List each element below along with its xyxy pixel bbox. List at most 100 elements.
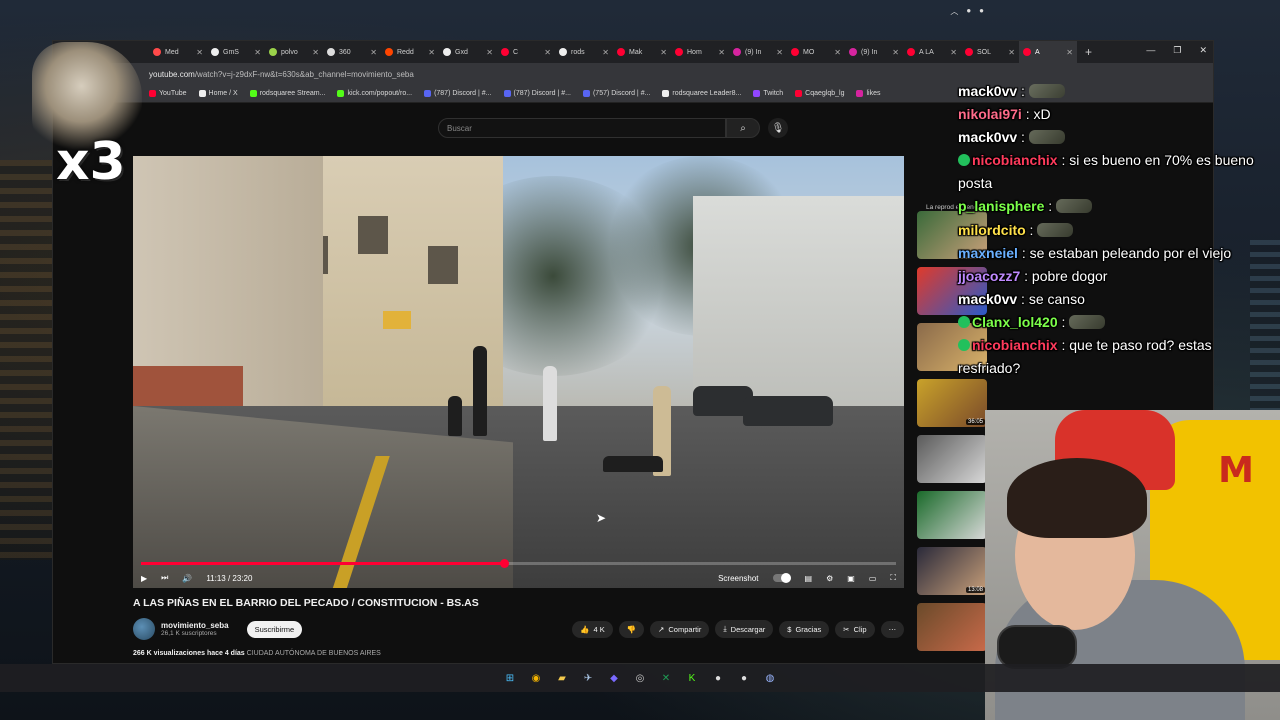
bookmark-item[interactable]: Twitch [753,90,783,97]
tab-close-icon[interactable]: ✕ [254,48,261,57]
video-description-meta[interactable]: 266 K visualizaciones hace 4 días CIUDAD… [133,650,381,657]
bookmark-item[interactable]: kick.com/popout/ro... [337,90,412,97]
minimize-icon[interactable]: — [1146,45,1155,56]
tab-close-icon[interactable]: ✕ [718,48,725,57]
app-icon[interactable]: ◍ [762,670,778,686]
app-icon[interactable]: ● [736,670,752,686]
tab-close-icon[interactable]: ✕ [892,48,899,57]
browser-tab[interactable]: polvo ✕ [265,41,323,63]
settings-icon[interactable]: ⚙ [826,574,833,583]
captions-icon[interactable]: ▤ [805,574,813,583]
tab-close-icon[interactable]: ✕ [370,48,377,57]
browser-tab[interactable]: GmS ✕ [207,41,265,63]
browser-tab[interactable]: Med ✕ [149,41,207,63]
browser-tab[interactable]: A LA ✕ [903,41,961,63]
chat-username[interactable]: milordcito [958,222,1026,238]
related-video-thumbnail[interactable] [917,435,987,483]
chevron-up-icon[interactable]: ︿ [950,6,958,17]
bookmark-item[interactable]: (787) Discord | #... [503,90,571,97]
browser-tab[interactable]: (9) In ✕ [845,41,903,63]
browser-tab[interactable]: Redd ✕ [381,41,439,63]
browser-tab[interactable]: rods ✕ [555,41,613,63]
browser-tab[interactable]: (9) In ✕ [729,41,787,63]
play-icon[interactable]: ▶ [141,574,147,583]
bookmark-item[interactable]: rodsquaree Leader8... [662,90,741,97]
excel-icon[interactable]: ✕ [658,670,674,686]
tab-close-icon[interactable]: ✕ [834,48,841,57]
browser-tab[interactable]: C ✕ [497,41,555,63]
download-button[interactable]: ⤓ Descargar [715,620,774,638]
tab-close-icon[interactable]: ✕ [544,48,551,57]
app-icon[interactable]: ◆ [606,670,622,686]
tab-close-icon[interactable]: ✕ [428,48,435,57]
browser-tab[interactable]: Mak ✕ [613,41,671,63]
app-icon[interactable]: ● [710,670,726,686]
thanks-button[interactable]: $ Gracias [779,620,830,638]
tab-close-icon[interactable]: ✕ [1008,48,1015,57]
steam-icon[interactable]: ✈ [580,670,596,686]
bookmark-item[interactable]: Cqaeglqb_lg [795,90,844,97]
file-explorer-icon[interactable]: ▰ [554,670,570,686]
maximize-icon[interactable]: ❐ [1173,45,1181,56]
tab-close-icon[interactable]: ✕ [486,48,493,57]
related-video-thumbnail[interactable] [917,603,987,651]
voice-search-button[interactable]: 🎙 [768,118,788,138]
related-video-thumbnail[interactable] [917,491,987,539]
chat-username[interactable]: mack0vv [958,83,1017,99]
dislike-button[interactable]: 👎 [618,620,645,638]
browser-tab[interactable]: Hom ✕ [671,41,729,63]
next-icon[interactable]: ⏭ [161,573,168,583]
tray-icon[interactable]: ● [966,6,971,17]
tab-close-icon[interactable]: ✕ [1066,48,1073,57]
chat-username[interactable]: p_lanisphere [958,198,1044,214]
progress-bar[interactable] [141,559,896,568]
chat-username[interactable]: Clanx_lol420 [972,314,1058,330]
bookmark-item[interactable]: Home / X [198,90,238,97]
windows-start-icon[interactable]: ⊞ [502,670,518,686]
miniplayer-icon[interactable]: ▣ [847,574,855,583]
share-button[interactable]: ↗ Compartir [650,620,710,638]
bookmark-item[interactable]: rodsquaree Stream... [249,90,325,97]
obs-icon[interactable]: ◎ [632,670,648,686]
video-player[interactable]: ➤ [133,156,904,588]
browser-tab[interactable]: A ✕ [1019,41,1077,63]
new-tab-icon[interactable]: + [1085,45,1092,59]
chat-username[interactable]: maxneiel [958,245,1018,261]
tab-close-icon[interactable]: ✕ [196,48,203,57]
fullscreen-icon[interactable]: ⛶ [890,573,896,583]
bookmark-item[interactable]: (757) Discord | #... [582,90,650,97]
browser-tab[interactable]: SOL ✕ [961,41,1019,63]
theater-icon[interactable]: ▭ [869,574,877,583]
tab-close-icon[interactable]: ✕ [312,48,319,57]
clip-button[interactable]: ✂ Clip [835,620,875,638]
chat-username[interactable]: nicobianchix [972,337,1058,353]
related-video-thumbnail[interactable]: 13:08 [917,547,987,595]
related-video-thumbnail[interactable]: 36:05 [917,379,987,427]
tray-icon[interactable]: ● [979,6,984,17]
bookmark-item[interactable]: YouTube [149,90,187,97]
kick-icon[interactable]: K [684,670,700,686]
chrome-icon[interactable]: ◉ [528,670,544,686]
tab-close-icon[interactable]: ✕ [950,48,957,57]
autoplay-toggle[interactable] [772,573,791,583]
chat-username[interactable]: jjoacozz7 [958,268,1020,284]
volume-icon[interactable]: 🔊 [182,574,192,583]
channel-name[interactable]: movimiento_seba [161,621,229,630]
chat-username[interactable]: nicobianchix [972,152,1058,168]
browser-tab[interactable]: Gxd ✕ [439,41,497,63]
search-button[interactable]: ⌕ [726,118,760,138]
channel-avatar[interactable] [133,618,155,640]
chat-username[interactable]: mack0vv [958,129,1017,145]
like-button[interactable]: 👍 4 K [572,620,613,638]
more-actions-button[interactable]: ⋯ [880,620,904,638]
browser-tab[interactable]: 360 ✕ [323,41,381,63]
search-input[interactable]: Buscar [438,118,726,138]
tab-close-icon[interactable]: ✕ [602,48,609,57]
tab-close-icon[interactable]: ✕ [660,48,667,57]
tab-close-icon[interactable]: ✕ [776,48,783,57]
bookmark-item[interactable]: likes [856,90,880,97]
bookmark-item[interactable]: (787) Discord | #... [424,90,492,97]
chat-username[interactable]: mack0vv [958,291,1017,307]
close-icon[interactable]: ✕ [1199,45,1207,56]
subscribe-button[interactable]: Suscribirme [246,620,303,638]
